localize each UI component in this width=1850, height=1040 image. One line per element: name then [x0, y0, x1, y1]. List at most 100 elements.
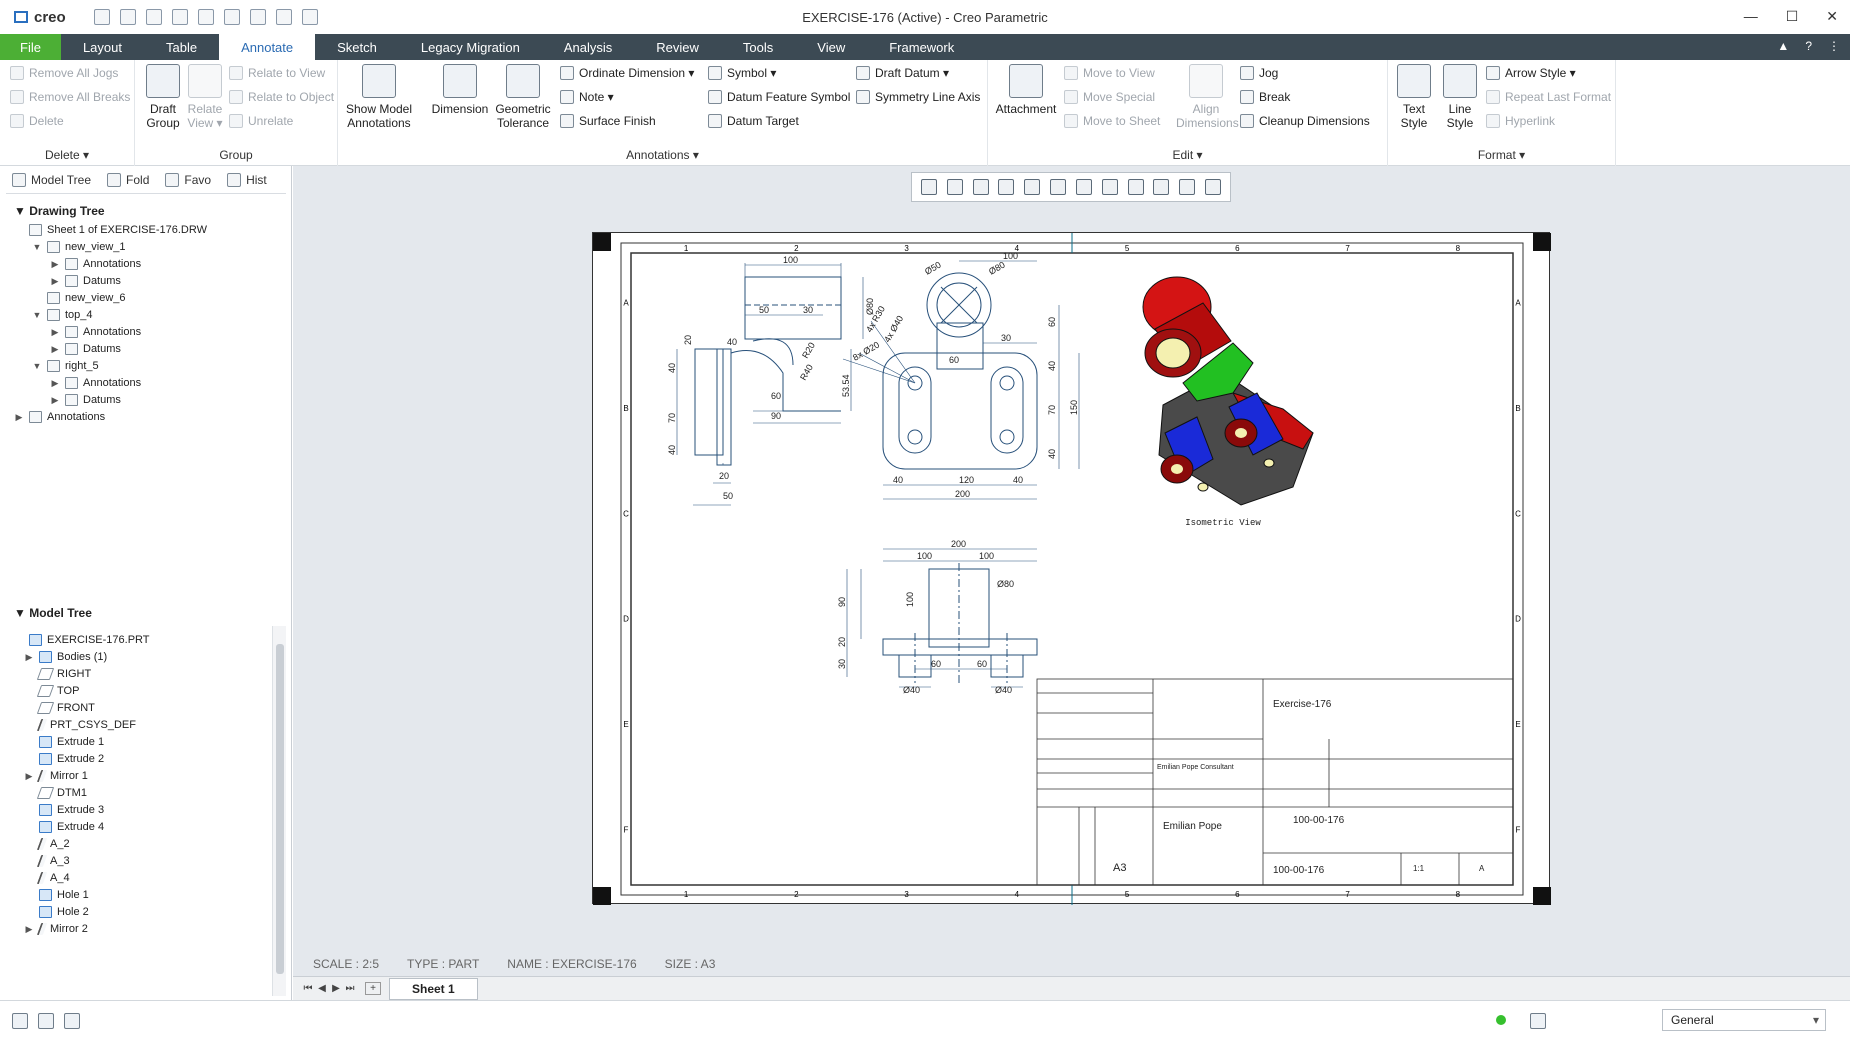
- expand-arrow-icon[interactable]: ▼: [32, 242, 42, 252]
- tab-annotate[interactable]: Annotate: [219, 34, 316, 60]
- tab-framework[interactable]: Framework: [867, 34, 976, 60]
- tab-analysis[interactable]: Analysis: [542, 34, 634, 60]
- next-sheet-icon[interactable]: ▶: [329, 983, 343, 994]
- cleanup-dimensions-button[interactable]: Cleanup Dimensions: [1240, 114, 1370, 128]
- symbol-button[interactable]: Symbol ▾: [708, 66, 776, 80]
- close-window-icon[interactable]: [301, 9, 318, 25]
- dimension-value[interactable]: 60: [771, 391, 781, 401]
- expand-arrow-icon[interactable]: ▼: [32, 310, 42, 320]
- dimension-value[interactable]: 200: [951, 539, 966, 549]
- tab-table[interactable]: Table: [144, 34, 219, 60]
- dimension-value[interactable]: 40: [727, 337, 737, 347]
- arrow-style-button[interactable]: Arrow Style ▾: [1486, 66, 1576, 80]
- dimension-value[interactable]: 90: [837, 597, 847, 607]
- dimension-button[interactable]: Dimension: [430, 64, 490, 116]
- options-icon[interactable]: ⋮: [1828, 39, 1840, 53]
- model-tree-item[interactable]: Extrude 1: [24, 736, 104, 748]
- dimension-value[interactable]: 70: [667, 413, 677, 423]
- dimension-value[interactable]: 40: [1047, 449, 1057, 459]
- dimension-value[interactable]: 100: [917, 551, 932, 561]
- dimension-value[interactable]: 20: [837, 637, 847, 647]
- ordinate-dimension-button[interactable]: Ordinate Dimension ▾: [560, 66, 694, 80]
- drawing-tree-item[interactable]: ▶ Annotations: [50, 377, 141, 389]
- dimension-value[interactable]: 100: [905, 592, 915, 607]
- regenerate-icon[interactable]: [249, 9, 266, 25]
- relate-view-button[interactable]: Relate View ▾: [185, 64, 225, 130]
- drawing-sheet[interactable]: 1122334455667788AABBCCDDEEFF 100 50 30 Ø80 2…: [592, 232, 1551, 905]
- save-icon[interactable]: [145, 9, 162, 25]
- dimension-value[interactable]: 100: [783, 255, 798, 265]
- redo-icon[interactable]: [197, 9, 214, 25]
- model-tree-item[interactable]: EXERCISE-176.PRT: [14, 634, 150, 646]
- repeat-last-format-button[interactable]: Repeat Last Format: [1486, 90, 1611, 104]
- move-to-sheet-button[interactable]: Move to Sheet: [1064, 114, 1160, 128]
- expand-arrow-icon[interactable]: ▼: [32, 361, 42, 371]
- attachment-button[interactable]: Attachment: [994, 64, 1058, 116]
- expand-arrow-icon[interactable]: ▶: [50, 259, 60, 270]
- dimension-value[interactable]: 30: [803, 305, 813, 315]
- drawing-tree-item[interactable]: ▶ Datums: [50, 275, 121, 287]
- model-tree-item[interactable]: PRT_CSYS_DEF: [24, 719, 136, 731]
- dimension-value[interactable]: 8x Ø20: [851, 340, 881, 363]
- tab-sketch[interactable]: Sketch: [315, 34, 399, 60]
- find-icon[interactable]: [1530, 1013, 1546, 1029]
- model-tree-item[interactable]: A_3: [24, 855, 70, 867]
- dimension-value[interactable]: Ø80: [997, 579, 1014, 589]
- expand-arrow-icon[interactable]: ▶: [50, 344, 60, 355]
- drawing-tree-item[interactable]: ▶ Annotations: [50, 326, 141, 338]
- add-sheet-icon[interactable]: +: [365, 982, 381, 995]
- draft-group-button[interactable]: Draft Group: [143, 64, 183, 130]
- refit-icon[interactable]: [920, 179, 937, 195]
- dimension-value[interactable]: 20: [683, 335, 693, 345]
- drawing-tree-item[interactable]: new_view_6: [32, 292, 126, 304]
- model-tree-item[interactable]: A_2: [24, 838, 70, 850]
- close-icon[interactable]: ✕: [1826, 8, 1838, 25]
- model-tree-scrollbar[interactable]: [272, 626, 286, 996]
- sheet-setup-icon[interactable]: [1205, 179, 1222, 195]
- draft-datum-button[interactable]: Draft Datum ▾: [856, 66, 949, 80]
- tab-review[interactable]: Review: [634, 34, 721, 60]
- dimension-value[interactable]: Ø80: [987, 260, 1007, 277]
- tab-view[interactable]: View: [795, 34, 867, 60]
- display-style-icon[interactable]: [1024, 179, 1041, 195]
- tab-layout[interactable]: Layout: [61, 34, 144, 60]
- expand-arrow-icon[interactable]: ▶: [24, 652, 34, 663]
- first-sheet-icon[interactable]: ⏮: [301, 983, 315, 994]
- relate-to-view-button[interactable]: Relate to View: [229, 66, 325, 80]
- dimension-value[interactable]: 120: [959, 475, 974, 485]
- datum-feature-symbol-button[interactable]: Datum Feature Symbol: [708, 90, 850, 104]
- undo-icon[interactable]: [171, 9, 188, 25]
- expand-arrow-icon[interactable]: ▶: [50, 327, 60, 338]
- dimension-value[interactable]: 20: [719, 471, 729, 481]
- maximize-icon[interactable]: ☐: [1786, 8, 1799, 25]
- model-tree-item[interactable]: FRONT: [24, 702, 95, 714]
- model-tree-item[interactable]: ▶ Bodies (1): [24, 651, 107, 663]
- drawing-tree-title[interactable]: ▼ Drawing Tree: [14, 204, 105, 218]
- edit-group-label[interactable]: Edit ▾: [988, 148, 1387, 162]
- model-tree-item[interactable]: TOP: [24, 685, 79, 697]
- remove-all-jogs-button[interactable]: Remove All Jogs: [10, 66, 118, 80]
- dimension-value[interactable]: Ø50: [923, 260, 943, 277]
- dimension-value[interactable]: Ø40: [995, 685, 1012, 695]
- tab-model-tree[interactable]: Model Tree: [6, 168, 98, 191]
- last-sheet-icon[interactable]: ⏭: [343, 983, 357, 994]
- dimension-value[interactable]: R20: [800, 341, 817, 360]
- dimension-value[interactable]: 53.54: [841, 374, 851, 397]
- expand-arrow-icon[interactable]: ▶: [14, 412, 24, 423]
- expand-arrow-icon[interactable]: ▶: [50, 276, 60, 287]
- dimension-value[interactable]: 200: [955, 489, 970, 499]
- drawing-tree-item[interactable]: ▶ Datums: [50, 394, 121, 406]
- browser-icon[interactable]: [38, 1013, 54, 1029]
- remove-all-breaks-button[interactable]: Remove All Breaks: [10, 90, 130, 104]
- dimension-value[interactable]: 60: [977, 659, 987, 669]
- axis-display-icon[interactable]: [1075, 179, 1092, 195]
- dimension-value[interactable]: 60: [931, 659, 941, 669]
- model-tree-item[interactable]: ▶ Mirror 2: [24, 923, 88, 935]
- new-file-icon[interactable]: [93, 9, 110, 25]
- dimension-value[interactable]: 30: [837, 659, 847, 669]
- tab-legacy-migration[interactable]: Legacy Migration: [399, 34, 542, 60]
- dimension-value[interactable]: 40: [1047, 361, 1057, 371]
- dimension-value[interactable]: 90: [771, 411, 781, 421]
- csys-display-icon[interactable]: [1127, 179, 1144, 195]
- dimension-value[interactable]: 30: [1001, 333, 1011, 343]
